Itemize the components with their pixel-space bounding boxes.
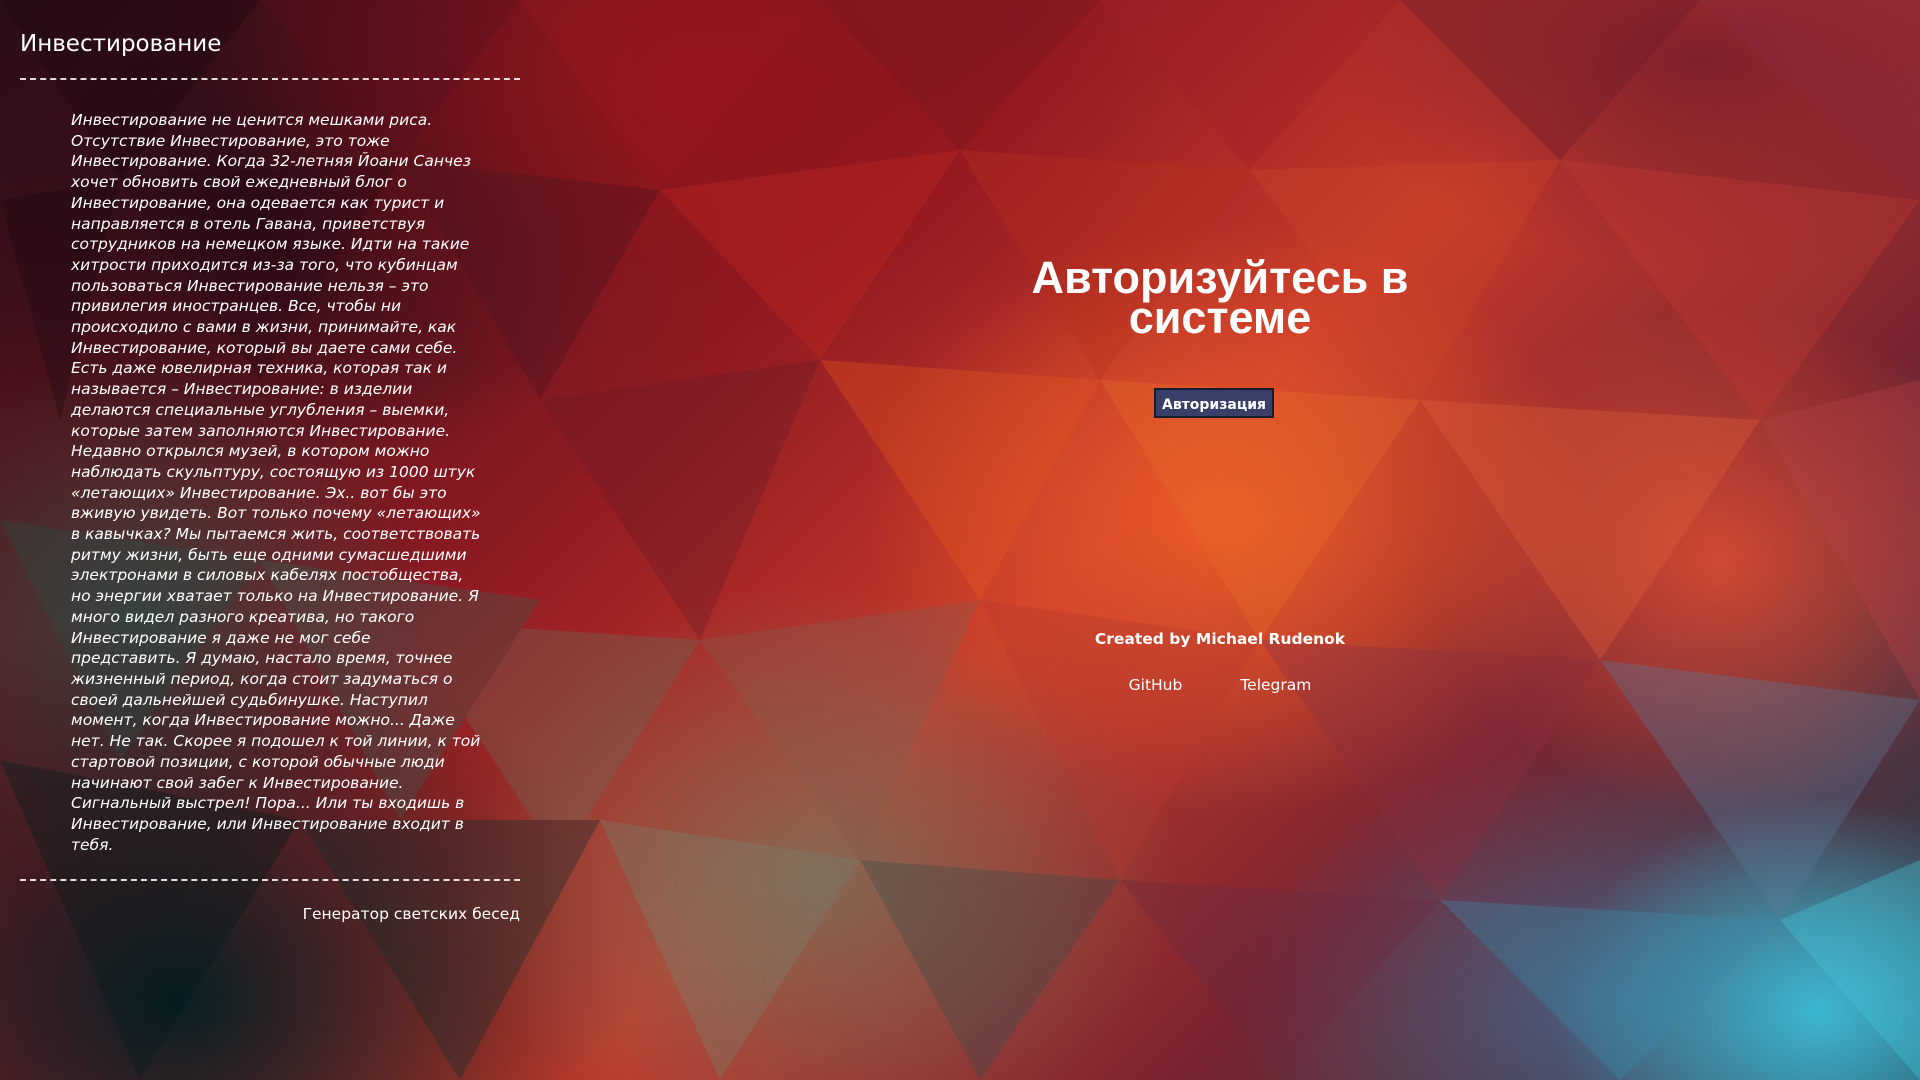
small-talk-generator-link[interactable]: Генератор светских бесед	[303, 905, 520, 923]
panel-text: Инвестирование не ценится мешками риса. …	[71, 111, 481, 854]
auth-button[interactable]: Авторизация	[1154, 388, 1274, 418]
auth-block: Авторизуйтесь в системе Авторизация Crea…	[960, 250, 1480, 694]
telegram-link[interactable]: Telegram	[1240, 676, 1311, 694]
footer-links: GitHub Telegram	[960, 676, 1480, 694]
auth-headline: Авторизуйтесь в системе	[1031, 252, 1409, 343]
github-link[interactable]: GitHub	[1129, 676, 1183, 694]
panel-title: Инвестирование	[20, 31, 222, 57]
bottom-divider	[20, 879, 520, 882]
panel-footer: Генератор светских бесед	[20, 905, 520, 923]
credit-text: Created by Michael Rudenok	[1094, 630, 1346, 648]
top-divider	[20, 78, 520, 80]
left-panel: Инвестирование Инвестирование не ценится…	[20, 24, 520, 923]
